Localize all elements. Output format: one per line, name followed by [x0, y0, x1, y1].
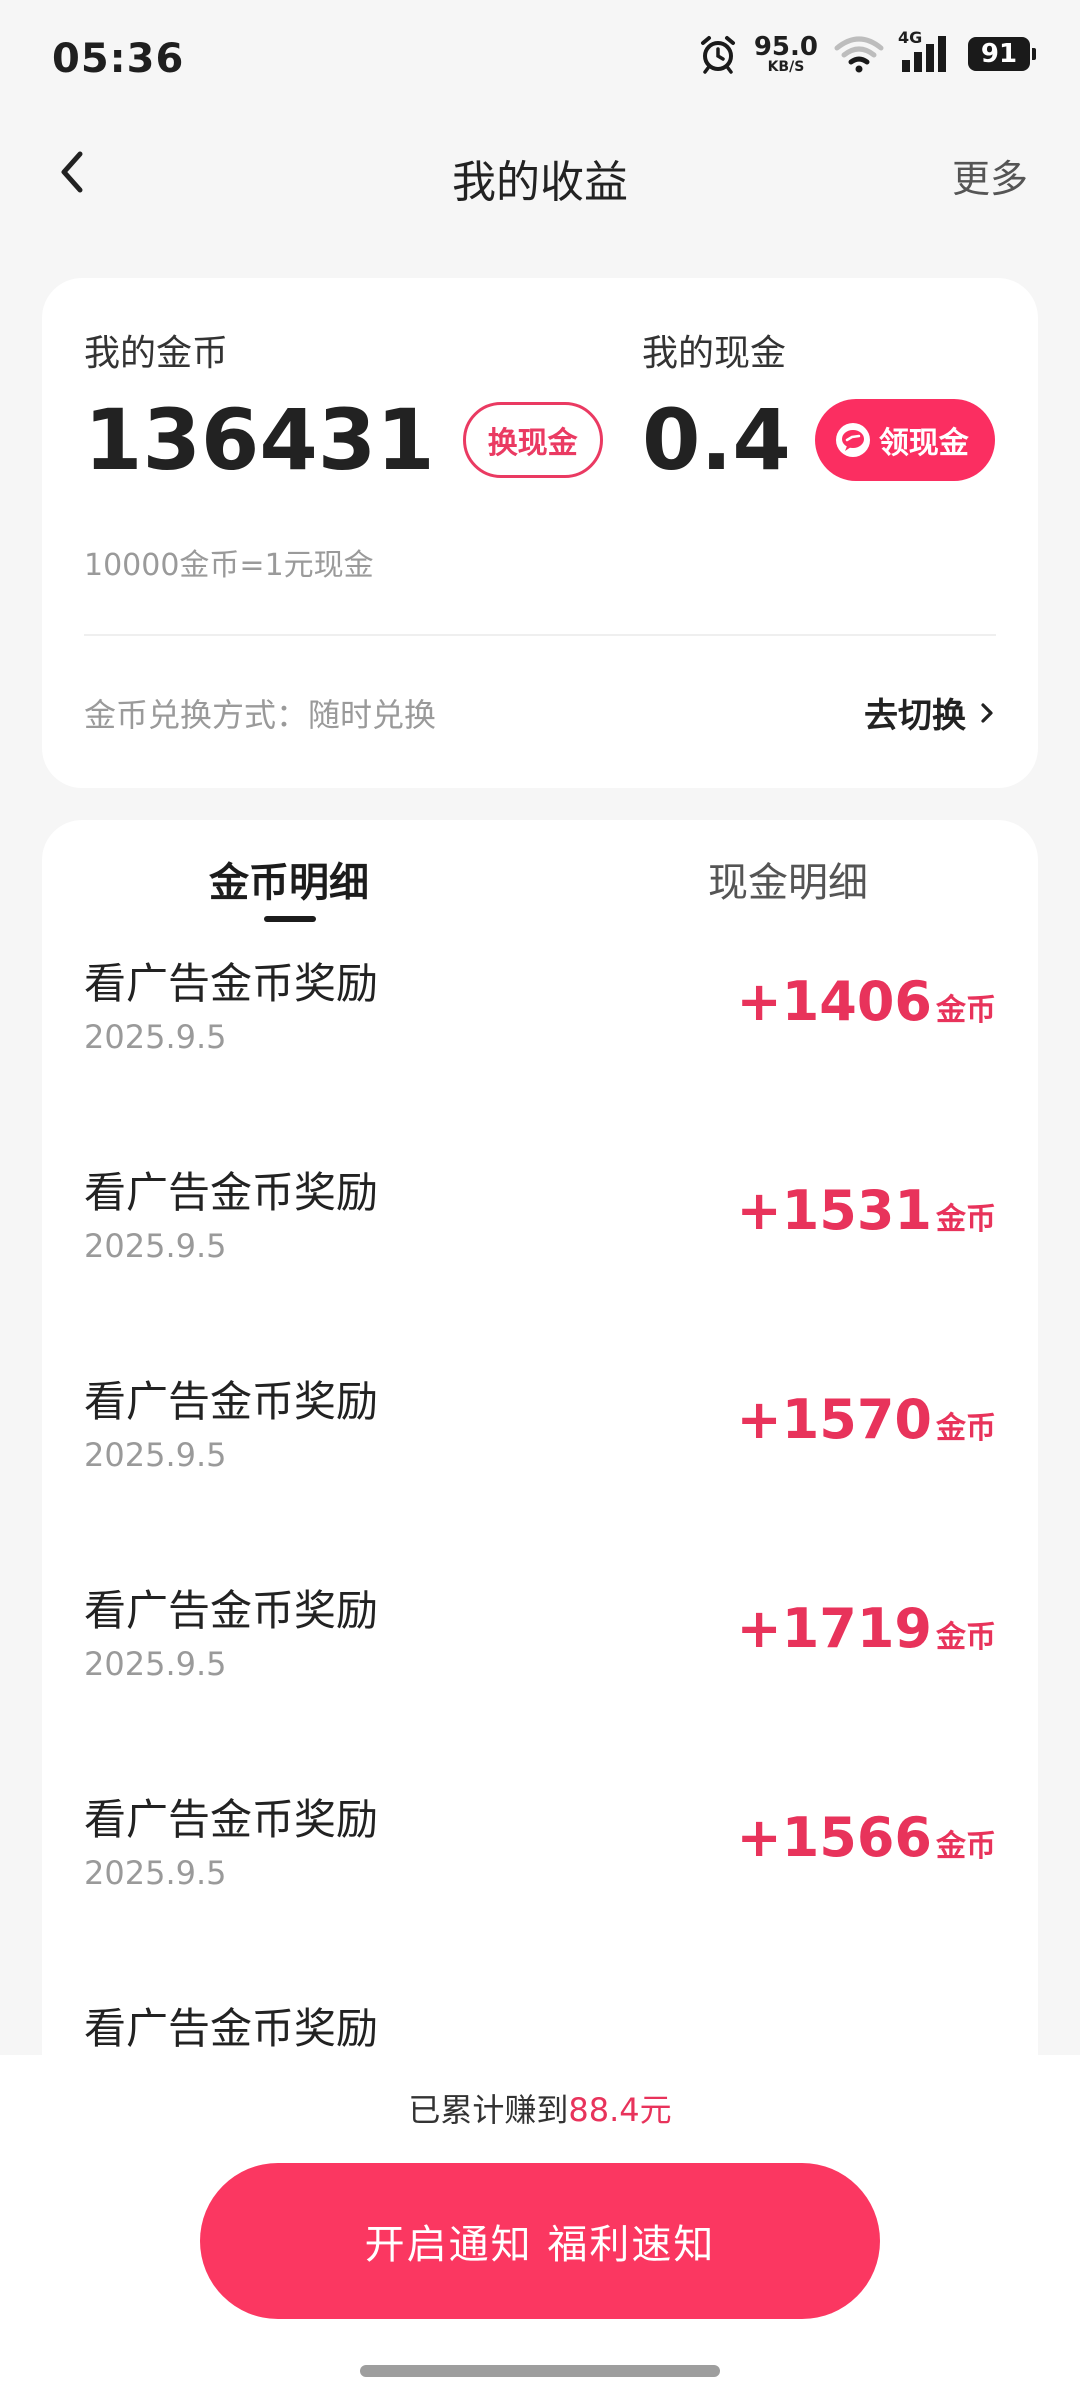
record-amount-value: +1570 — [736, 1388, 932, 1451]
record-amount-unit: 金币 — [936, 1829, 996, 1864]
total-earned-label: 已累计赚到 — [408, 2091, 569, 2129]
status-bar: 05:36 95.0 KB/S 4G 91 — [0, 0, 1080, 120]
home-indicator[interactable] — [360, 2365, 720, 2377]
page-title: 我的收益 — [452, 157, 628, 208]
total-earned: 已累计赚到88.4元 — [0, 2085, 1080, 2131]
status-time: 05:36 — [52, 36, 185, 82]
enable-notification-button[interactable]: 开启通知 福利速知 — [200, 2163, 880, 2319]
record-date: 2025.9.5 — [84, 1436, 227, 1474]
total-earned-amount: 88.4元 — [568, 2091, 672, 2129]
cash-balance: 我的现金 0.4 领现金 — [642, 324, 995, 482]
more-button[interactable]: 更多 — [952, 148, 1028, 203]
record-amount-unit: 金币 — [936, 1202, 996, 1237]
battery-icon: 91 — [968, 37, 1036, 71]
tab-cash-detail[interactable]: 现金明细 — [708, 850, 868, 908]
list-item: 看广告金币奖励 2025.9.5 +1719 金币 — [42, 1577, 1038, 1786]
record-amount: +1570 金币 — [736, 1388, 996, 1451]
record-amount-value: +1406 — [736, 970, 932, 1033]
record-title: 看广告金币奖励 — [84, 1377, 379, 1426]
record-amount-unit: 金币 — [936, 993, 996, 1028]
record-date: 2025.9.5 — [84, 1645, 227, 1683]
coin-record-list: 看广告金币奖励 2025.9.5 +1406 金币 看广告金币奖励 2025.9… — [42, 950, 1038, 2120]
list-item: 看广告金币奖励 2025.9.5 +1531 金币 — [42, 1159, 1038, 1368]
balance-card: 我的金币 136431 换现金 我的现金 0.4 领现金 10000金币=1元现… — [42, 278, 1038, 788]
coin-value: 136431 — [84, 391, 435, 489]
record-title: 看广告金币奖励 — [84, 1795, 379, 1844]
record-title: 看广告金币奖励 — [84, 2004, 379, 2053]
switch-method-label: 去切换 — [864, 696, 966, 736]
claim-cash-button[interactable]: 领现金 — [814, 399, 995, 481]
exchange-cash-button[interactable]: 换现金 — [462, 402, 603, 478]
record-amount-unit: 金币 — [936, 1620, 996, 1655]
bottom-bar: 已累计赚到88.4元 开启通知 福利速知 — [0, 2055, 1080, 2400]
coin-label: 我的金币 — [84, 333, 229, 374]
record-date: 2025.9.5 — [84, 1227, 227, 1265]
wifi-icon — [834, 36, 884, 73]
record-amount-value: +1719 — [736, 1597, 932, 1660]
list-item: 看广告金币奖励 2025.9.5 +1406 金币 — [42, 950, 1038, 1159]
chevron-right-icon — [981, 702, 993, 723]
status-icons: 95.0 KB/S 4G 91 — [698, 28, 1036, 74]
network-speed: 95.0 KB/S — [754, 34, 818, 74]
nav-header: 我的收益 更多 — [0, 120, 1080, 220]
coin-balance: 我的金币 136431 换现金 — [84, 324, 603, 482]
tab-coin-detail[interactable]: 金币明细 — [209, 850, 369, 908]
exchange-method-text: 金币兑换方式：随时兑换 — [84, 696, 437, 734]
alarm-icon — [700, 36, 735, 74]
network-speed-value: 95.0 — [753, 32, 818, 62]
network-type: 4G — [898, 28, 923, 47]
record-amount: +1406 金币 — [736, 970, 996, 1033]
wechat-icon — [835, 423, 870, 457]
record-title: 看广告金币奖励 — [84, 1586, 379, 1635]
record-title: 看广告金币奖励 — [84, 1168, 379, 1217]
network-speed-unit: KB/S — [767, 59, 805, 75]
tab-active-indicator — [264, 916, 316, 922]
detail-tabs: 金币明细 现金明细 — [42, 820, 1038, 940]
record-amount: +1531 金币 — [736, 1179, 996, 1242]
record-amount-unit: 金币 — [936, 1411, 996, 1446]
divider — [84, 634, 996, 636]
record-date: 2025.9.5 — [84, 1854, 227, 1892]
list-item: 看广告金币奖励 2025.9.5 +1570 金币 — [42, 1368, 1038, 1577]
list-item: 看广告金币奖励 2025.9.5 +1566 金币 — [42, 1786, 1038, 1995]
record-amount-value: +1531 — [736, 1179, 932, 1242]
switch-method-link[interactable]: 去切换 — [864, 688, 998, 737]
record-amount: +1719 金币 — [736, 1597, 996, 1660]
detail-card: 金币明细 现金明细 看广告金币奖励 2025.9.5 +1406 金币 看广告金… — [42, 820, 1038, 2120]
battery-level: 91 — [980, 39, 1018, 69]
cell-signal: 4G — [898, 28, 952, 74]
record-amount-value: +1566 — [736, 1806, 932, 1869]
record-amount: +1566 金币 — [736, 1806, 996, 1869]
record-date: 2025.9.5 — [84, 1018, 227, 1056]
claim-cash-label: 领现金 — [878, 426, 969, 461]
cash-value: 0.4 — [642, 391, 791, 489]
record-title: 看广告金币奖励 — [84, 959, 379, 1008]
exchange-rate-note: 10000金币=1元现金 — [84, 548, 374, 583]
cash-label: 我的现金 — [642, 333, 787, 374]
